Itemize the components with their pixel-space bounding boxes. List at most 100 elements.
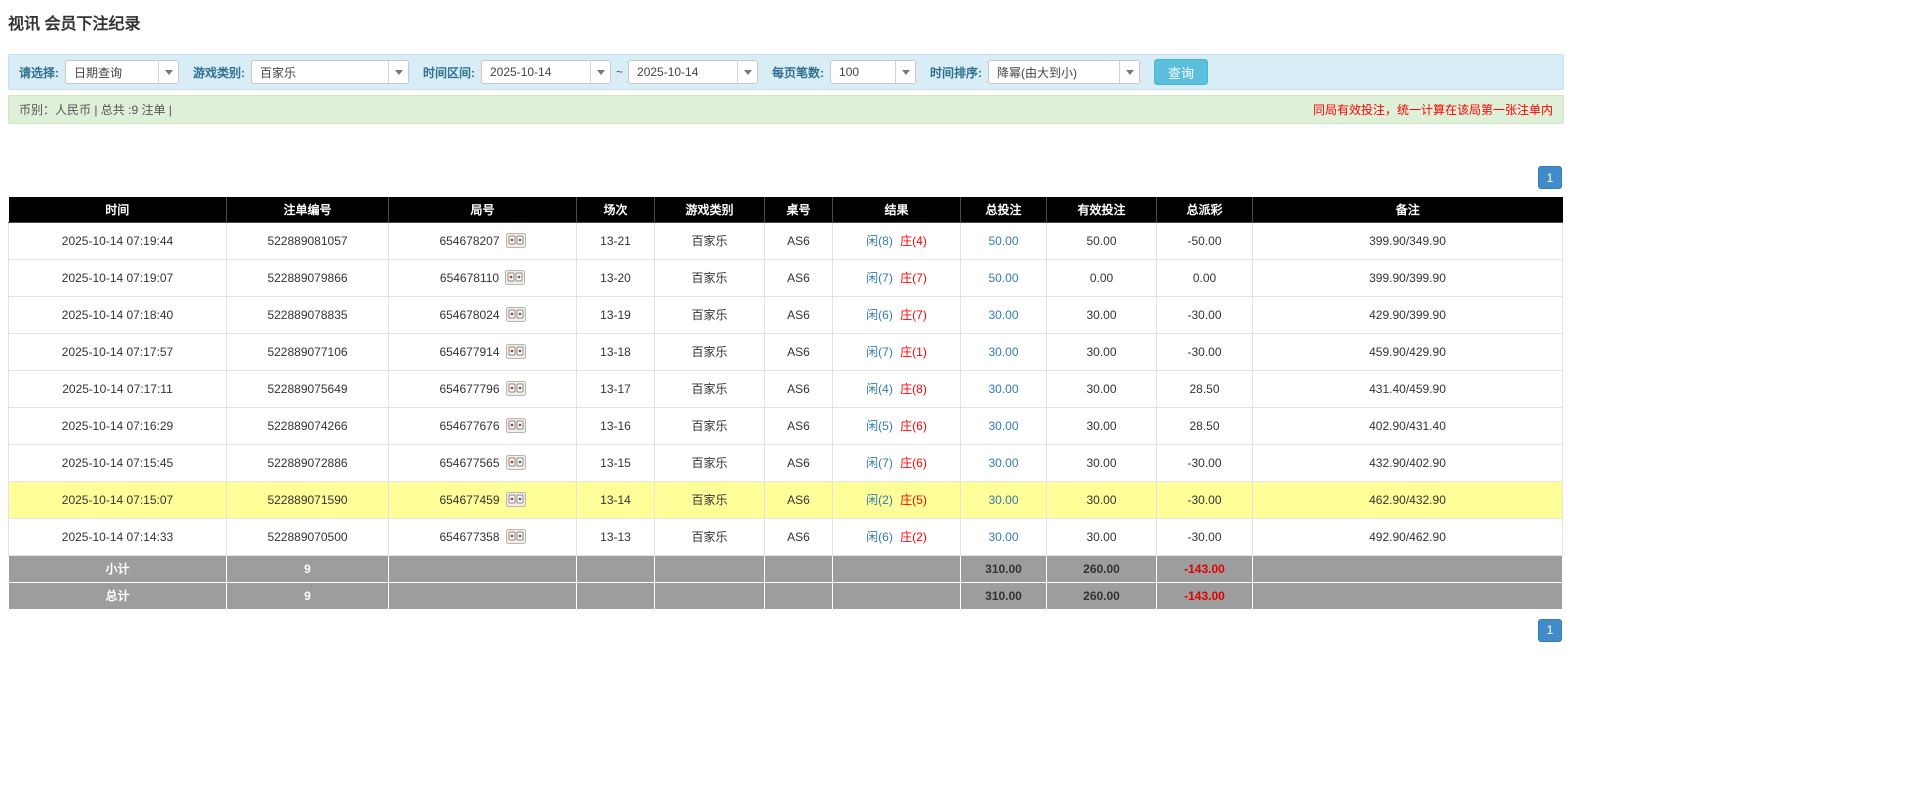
video-replay-icon[interactable] [506,529,526,544]
cell-game-type: 百家乐 [655,518,765,555]
cell-result: 闲(4) 庄(8) [833,370,961,407]
query-type-select-value: 日期查询 [66,61,158,83]
cell-session: 13-18 [577,333,655,370]
cell-session: 13-15 [577,444,655,481]
cell-game-type: 百家乐 [655,407,765,444]
video-replay-icon[interactable] [506,381,526,396]
date-to-value: 2025-10-14 [629,61,737,83]
footer-label: 总计 [9,582,227,609]
video-replay-icon[interactable] [506,233,526,248]
round-number: 654677676 [439,419,499,433]
total-bet-link[interactable]: 50.00 [988,234,1018,248]
cell-table-number: AS6 [765,407,833,444]
video-replay-icon[interactable] [506,307,526,322]
date-to-input[interactable]: 2025-10-14 [628,60,758,84]
chevron-down-icon[interactable] [737,61,757,83]
cell-round-id: 654678024 [389,296,577,333]
cell-bet-id: 522889072886 [227,444,389,481]
date-range-separator: ~ [616,65,623,79]
total-bet-link[interactable]: 30.00 [988,308,1018,322]
cell-table-number: AS6 [765,444,833,481]
cell-total-bet: 50.00 [961,222,1047,259]
header-game-type: 游戏类别 [655,197,765,222]
cell-payout: -30.00 [1157,518,1253,555]
table-row: 2025-10-14 07:15:07 522889071590 6546774… [9,481,1563,518]
total-bet-link[interactable]: 30.00 [988,456,1018,470]
cell-game-type: 百家乐 [655,259,765,296]
cell-payout: 0.00 [1157,259,1253,296]
video-replay-icon[interactable] [505,270,525,285]
result-player: 闲(2) [866,493,893,507]
date-from-value: 2025-10-14 [482,61,590,83]
cell-note: 402.90/431.40 [1253,407,1563,444]
result-player: 闲(7) [866,456,893,470]
result-player: 闲(7) [866,345,893,359]
result-player: 闲(4) [866,382,893,396]
page-1-button[interactable]: 1 [1538,619,1562,642]
footer-label: 小计 [9,555,227,582]
video-replay-icon[interactable] [506,492,526,507]
total-bet-link[interactable]: 30.00 [988,493,1018,507]
cell-time: 2025-10-14 07:15:07 [9,481,227,518]
cell-table-number: AS6 [765,259,833,296]
search-button[interactable]: 查询 [1154,59,1208,85]
total-bet-link[interactable]: 50.00 [988,271,1018,285]
round-number: 654678110 [440,271,499,285]
round-number: 654677914 [439,345,499,359]
cell-total-bet: 50.00 [961,259,1047,296]
pagination-top: 1 [8,166,1562,189]
cell-payout: -50.00 [1157,222,1253,259]
total-bet-link[interactable]: 30.00 [988,382,1018,396]
result-banker: 庄(7) [900,271,927,285]
cell-payout: -30.00 [1157,481,1253,518]
table-header-row: 时间 注单编号 局号 场次 游戏类别 桌号 结果 总投注 有效投注 总派彩 备注 [9,197,1563,222]
footer-empty-round [389,555,577,582]
chevron-down-icon[interactable] [895,61,915,83]
cell-result: 闲(7) 庄(6) [833,444,961,481]
date-from-input[interactable]: 2025-10-14 [481,60,611,84]
query-type-select[interactable]: 日期查询 [65,60,179,84]
cell-round-id: 654677796 [389,370,577,407]
footer-payout: -143.00 [1157,582,1253,609]
header-total-bet: 总投注 [961,197,1047,222]
chevron-down-icon[interactable] [158,61,178,83]
cell-session: 13-21 [577,222,655,259]
video-replay-icon[interactable] [506,344,526,359]
sort-order-value: 降幂(由大到小) [989,61,1119,83]
round-number: 654678207 [439,234,499,248]
header-valid-bet: 有效投注 [1047,197,1157,222]
chevron-down-icon[interactable] [590,61,610,83]
cell-table-number: AS6 [765,333,833,370]
footer-empty-table [765,582,833,609]
chevron-down-icon[interactable] [1119,61,1139,83]
footer-valid-bet: 260.00 [1047,582,1157,609]
chevron-down-icon [165,70,173,75]
betting-records-table: 时间 注单编号 局号 场次 游戏类别 桌号 结果 总投注 有效投注 总派彩 备注… [8,197,1563,610]
cell-session: 13-20 [577,259,655,296]
game-type-select[interactable]: 百家乐 [251,60,409,84]
footer-empty-game [655,555,765,582]
footer-empty-note [1253,582,1563,609]
table-header: 时间 注单编号 局号 场次 游戏类别 桌号 结果 总投注 有效投注 总派彩 备注 [9,197,1563,222]
header-round-id: 局号 [389,197,577,222]
result-player: 闲(5) [866,419,893,433]
table-row: 2025-10-14 07:18:40 522889078835 6546780… [9,296,1563,333]
footer-count: 9 [227,582,389,609]
pagination-bottom: 1 [8,619,1562,642]
total-bet-link[interactable]: 30.00 [988,345,1018,359]
chevron-down-icon[interactable] [388,61,408,83]
cell-bet-id: 522889074266 [227,407,389,444]
cell-bet-id: 522889081057 [227,222,389,259]
footer-empty-note [1253,555,1563,582]
page-1-button[interactable]: 1 [1538,166,1562,189]
round-number: 654677565 [439,456,499,470]
header-time: 时间 [9,197,227,222]
total-bet-link[interactable]: 30.00 [988,419,1018,433]
video-replay-icon[interactable] [506,455,526,470]
page-size-select[interactable]: 100 [830,60,916,84]
video-replay-icon[interactable] [506,418,526,433]
cell-payout: -30.00 [1157,296,1253,333]
total-bet-link[interactable]: 30.00 [988,530,1018,544]
sort-order-select[interactable]: 降幂(由大到小) [988,60,1140,84]
cell-bet-id: 522889079866 [227,259,389,296]
